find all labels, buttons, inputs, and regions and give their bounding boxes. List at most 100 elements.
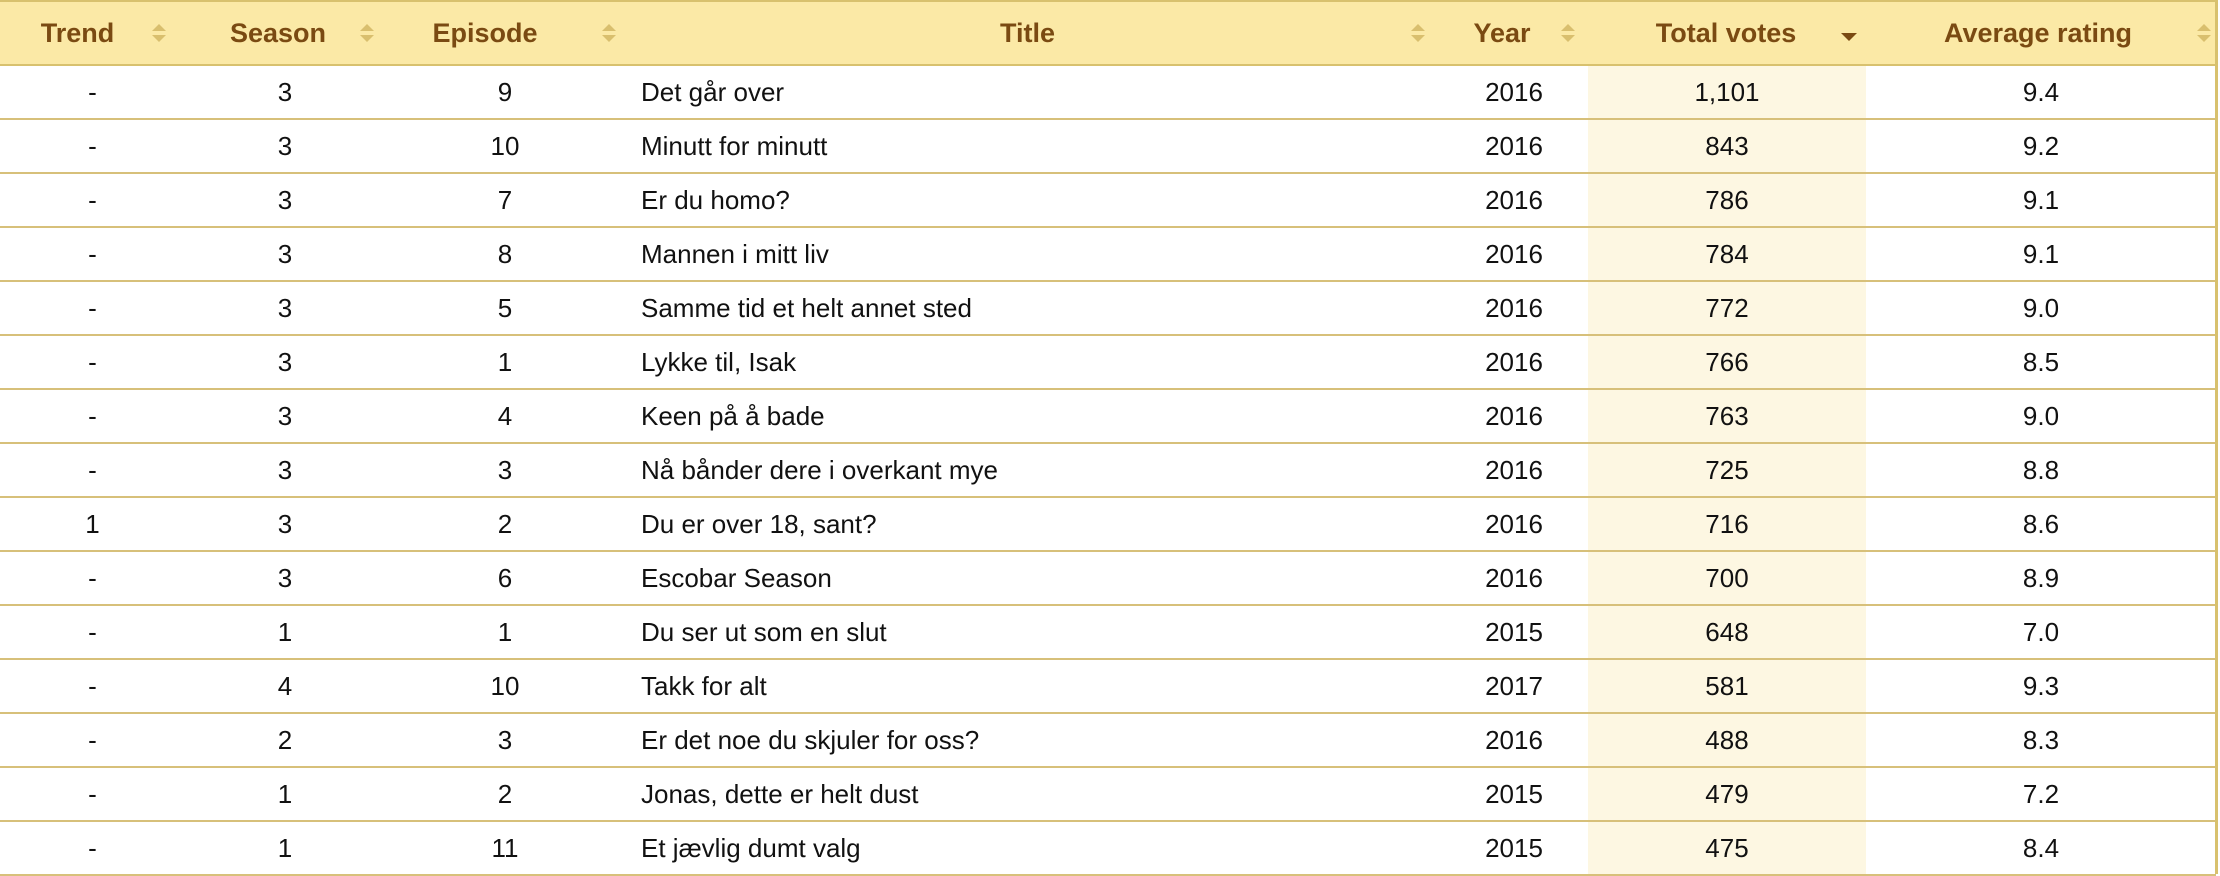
- cell-total-votes: 725: [1588, 443, 1866, 498]
- cell-title[interactable]: Mannen i mitt liv: [625, 227, 1440, 282]
- sort-both-icon[interactable]: [151, 22, 167, 44]
- cell-season: 2: [185, 713, 385, 768]
- table-row[interactable]: -3 6 Escobar Season 2016 700 8.9: [0, 551, 2216, 606]
- cell-total-votes: 475: [1588, 821, 1866, 876]
- cell-title[interactable]: Det går over: [625, 65, 1440, 120]
- cell-trend: -: [0, 713, 185, 768]
- cell-trend: -: [0, 281, 185, 336]
- cell-year: 2016: [1440, 497, 1588, 552]
- cell-trend: -: [0, 389, 185, 444]
- column-label-episode: Episode: [432, 17, 538, 48]
- column-label-title: Title: [999, 17, 1055, 48]
- cell-year: 2016: [1440, 281, 1588, 336]
- cell-total-votes: 786: [1588, 173, 1866, 228]
- ratings-table-view: Trend Season Episode Title Year Total vo…: [0, 0, 2220, 876]
- cell-trend: -: [0, 767, 185, 822]
- cell-average-rating: 7.2: [1866, 767, 2216, 822]
- cell-title[interactable]: Lykke til, Isak: [625, 335, 1440, 390]
- cell-season: 3: [185, 173, 385, 228]
- sort-both-icon[interactable]: [601, 22, 617, 44]
- cell-episode: 9: [385, 65, 625, 120]
- cell-trend: 1: [0, 497, 185, 552]
- cell-season: 4: [185, 659, 385, 714]
- cell-episode: 8: [385, 227, 625, 282]
- cell-year: 2016: [1440, 389, 1588, 444]
- table-row[interactable]: -3 10 Minutt for minutt 2016 843 9.2: [0, 119, 2216, 174]
- cell-title[interactable]: Nå bånder dere i overkant mye: [625, 443, 1440, 498]
- cell-total-votes: 648: [1588, 605, 1866, 660]
- cell-average-rating: 9.4: [1866, 65, 2216, 120]
- cell-year: 2016: [1440, 443, 1588, 498]
- cell-average-rating: 8.4: [1866, 821, 2216, 876]
- cell-season: 3: [185, 335, 385, 390]
- cell-episode: 2: [385, 497, 625, 552]
- cell-year: 2016: [1440, 173, 1588, 228]
- column-header-title[interactable]: Title: [625, 0, 1440, 66]
- cell-title[interactable]: Escobar Season: [625, 551, 1440, 606]
- table-row[interactable]: -3 7 Er du homo? 2016 786 9.1: [0, 173, 2216, 228]
- sort-both-icon[interactable]: [359, 22, 375, 44]
- column-header-episode[interactable]: Episode: [385, 0, 625, 66]
- cell-year: 2016: [1440, 713, 1588, 768]
- table-row[interactable]: -3 9 Det går over 2016 1,101 9.4: [0, 65, 2216, 120]
- cell-episode: 4: [385, 389, 625, 444]
- table-row[interactable]: -1 1 Du ser ut som en slut 2015 648 7.0: [0, 605, 2216, 660]
- cell-total-votes: 843: [1588, 119, 1866, 174]
- table-row[interactable]: 1 3 2 Du er over 18, sant? 2016 716 8.6: [0, 497, 2216, 552]
- cell-total-votes: 763: [1588, 389, 1866, 444]
- table-row[interactable]: -1 11 Et jævlig dumt valg 2015 475 8.4: [0, 821, 2216, 876]
- table-body: -3 9 Det går over 2016 1,101 9.4 -3 10 Minutt f…: [0, 65, 2216, 876]
- sort-both-icon[interactable]: [1410, 22, 1426, 44]
- cell-total-votes: 488: [1588, 713, 1866, 768]
- cell-season: 3: [185, 227, 385, 282]
- cell-title[interactable]: Et jævlig dumt valg: [625, 821, 1440, 876]
- table-row[interactable]: -3 3 Nå bånder dere i overkant mye 2016 725 8…: [0, 443, 2216, 498]
- cell-total-votes: 772: [1588, 281, 1866, 336]
- cell-episode: 10: [385, 119, 625, 174]
- column-label-season: Season: [229, 17, 327, 48]
- cell-year: 2016: [1440, 65, 1588, 120]
- column-header-trend[interactable]: Trend: [0, 0, 185, 66]
- sort-descending-icon[interactable]: [1840, 26, 1857, 48]
- cell-average-rating: 9.3: [1866, 659, 2216, 714]
- cell-trend: -: [0, 119, 185, 174]
- column-header-season[interactable]: Season: [185, 0, 385, 66]
- table-row[interactable]: -3 5 Samme tid et helt annet sted 2016 772 9.…: [0, 281, 2216, 336]
- cell-episode: 5: [385, 281, 625, 336]
- cell-trend: -: [0, 443, 185, 498]
- cell-average-rating: 9.2: [1866, 119, 2216, 174]
- cell-title[interactable]: Takk for alt: [625, 659, 1440, 714]
- cell-year: 2016: [1440, 119, 1588, 174]
- table-row[interactable]: -4 10 Takk for alt 2017 581 9.3: [0, 659, 2216, 714]
- cell-title[interactable]: Er det noe du skjuler for oss?: [625, 713, 1440, 768]
- cell-average-rating: 8.8: [1866, 443, 2216, 498]
- cell-total-votes: 784: [1588, 227, 1866, 282]
- table-row[interactable]: -2 3 Er det noe du skjuler for oss? 2016 488…: [0, 713, 2216, 768]
- cell-episode: 3: [385, 713, 625, 768]
- table-row[interactable]: -3 4 Keen på å bade 2016 763 9.0: [0, 389, 2216, 444]
- cell-season: 3: [185, 389, 385, 444]
- table-row[interactable]: -1 2 Jonas, dette er helt dust 2015 479 7.2: [0, 767, 2216, 822]
- table-row[interactable]: -3 8 Mannen i mitt liv 2016 784 9.1: [0, 227, 2216, 282]
- cell-total-votes: 716: [1588, 497, 1866, 552]
- cell-title[interactable]: Er du homo?: [625, 173, 1440, 228]
- sort-both-icon[interactable]: [2196, 22, 2212, 44]
- column-label-year: Year: [1473, 17, 1531, 48]
- cell-title[interactable]: Jonas, dette er helt dust: [625, 767, 1440, 822]
- cell-title[interactable]: Samme tid et helt annet sted: [625, 281, 1440, 336]
- sort-both-icon[interactable]: [1560, 22, 1576, 44]
- cell-average-rating: 8.9: [1866, 551, 2216, 606]
- cell-title[interactable]: Du er over 18, sant?: [625, 497, 1440, 552]
- cell-year: 2015: [1440, 767, 1588, 822]
- column-header-average-rating[interactable]: Average rating: [1866, 0, 2216, 66]
- cell-episode: 11: [385, 821, 625, 876]
- cell-title[interactable]: Du ser ut som en slut: [625, 605, 1440, 660]
- cell-total-votes: 700: [1588, 551, 1866, 606]
- cell-season: 3: [185, 497, 385, 552]
- cell-year: 2015: [1440, 821, 1588, 876]
- column-header-year[interactable]: Year: [1440, 0, 1588, 66]
- cell-title[interactable]: Minutt for minutt: [625, 119, 1440, 174]
- table-row[interactable]: -3 1 Lykke til, Isak 2016 766 8.5: [0, 335, 2216, 390]
- cell-title[interactable]: Keen på å bade: [625, 389, 1440, 444]
- column-header-total-votes[interactable]: Total votes: [1588, 0, 1866, 66]
